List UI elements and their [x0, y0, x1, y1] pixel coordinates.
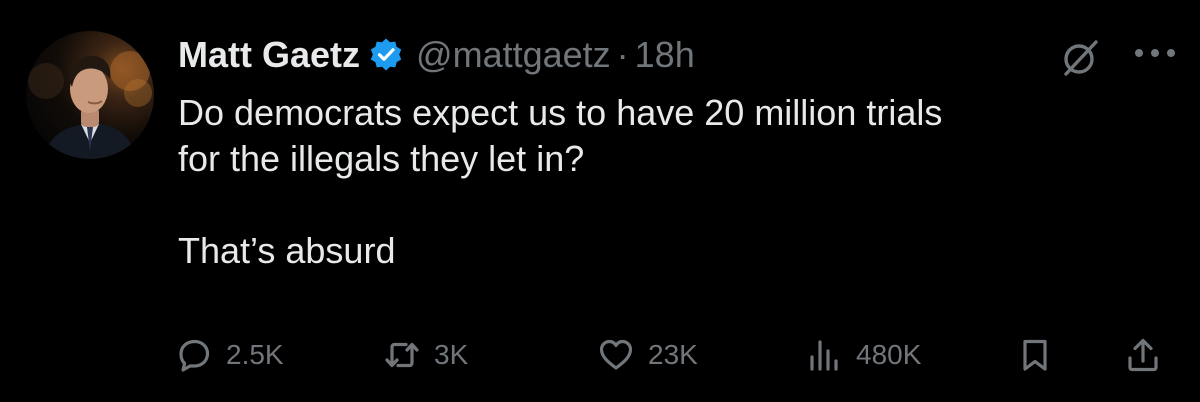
more-icon[interactable]: [1133, 46, 1177, 58]
views-button[interactable]: 480K: [806, 330, 921, 380]
views-icon: [810, 340, 838, 371]
reply-icon: [179, 339, 210, 372]
repost-count: 3K: [434, 339, 469, 370]
bookmark-button[interactable]: [1017, 330, 1053, 380]
tweet-line-1: Do democrats expect us to have 20 millio…: [178, 92, 943, 133]
action-bar: 2.5K 3K 23K 480K: [0, 330, 1200, 380]
reply-button[interactable]: 2.5K: [176, 330, 284, 380]
repost-icon: [385, 342, 419, 368]
tweet-text: Do democrats expect us to have 20 millio…: [178, 90, 1168, 274]
avatar[interactable]: [26, 31, 154, 159]
bookmark-icon: [1023, 339, 1047, 371]
share-button[interactable]: [1125, 330, 1161, 380]
reply-count: 2.5K: [226, 339, 284, 370]
author-handle[interactable]: @mattgaetz: [416, 34, 611, 76]
tweet-line-2: for the illegals they let in?: [178, 138, 585, 179]
tweet-line-3: That’s absurd: [178, 230, 396, 271]
verified-badge-icon: [368, 37, 404, 73]
separator-dot: ·: [616, 34, 629, 75]
like-count: 23K: [648, 339, 698, 370]
tweet[interactable]: Matt Gaetz @mattgaetz · 18h Do democrats…: [0, 0, 1200, 402]
grok-icon[interactable]: [1057, 35, 1103, 81]
views-count: 480K: [856, 339, 922, 370]
tweet-header: Matt Gaetz @mattgaetz · 18h: [178, 30, 695, 80]
author-name[interactable]: Matt Gaetz: [178, 34, 360, 76]
heart-icon: [599, 339, 633, 370]
post-time[interactable]: 18h: [635, 34, 695, 76]
avatar-portrait: [28, 51, 152, 159]
repost-button[interactable]: 3K: [384, 330, 468, 380]
like-button[interactable]: 23K: [598, 330, 698, 380]
share-icon: [1128, 338, 1158, 372]
